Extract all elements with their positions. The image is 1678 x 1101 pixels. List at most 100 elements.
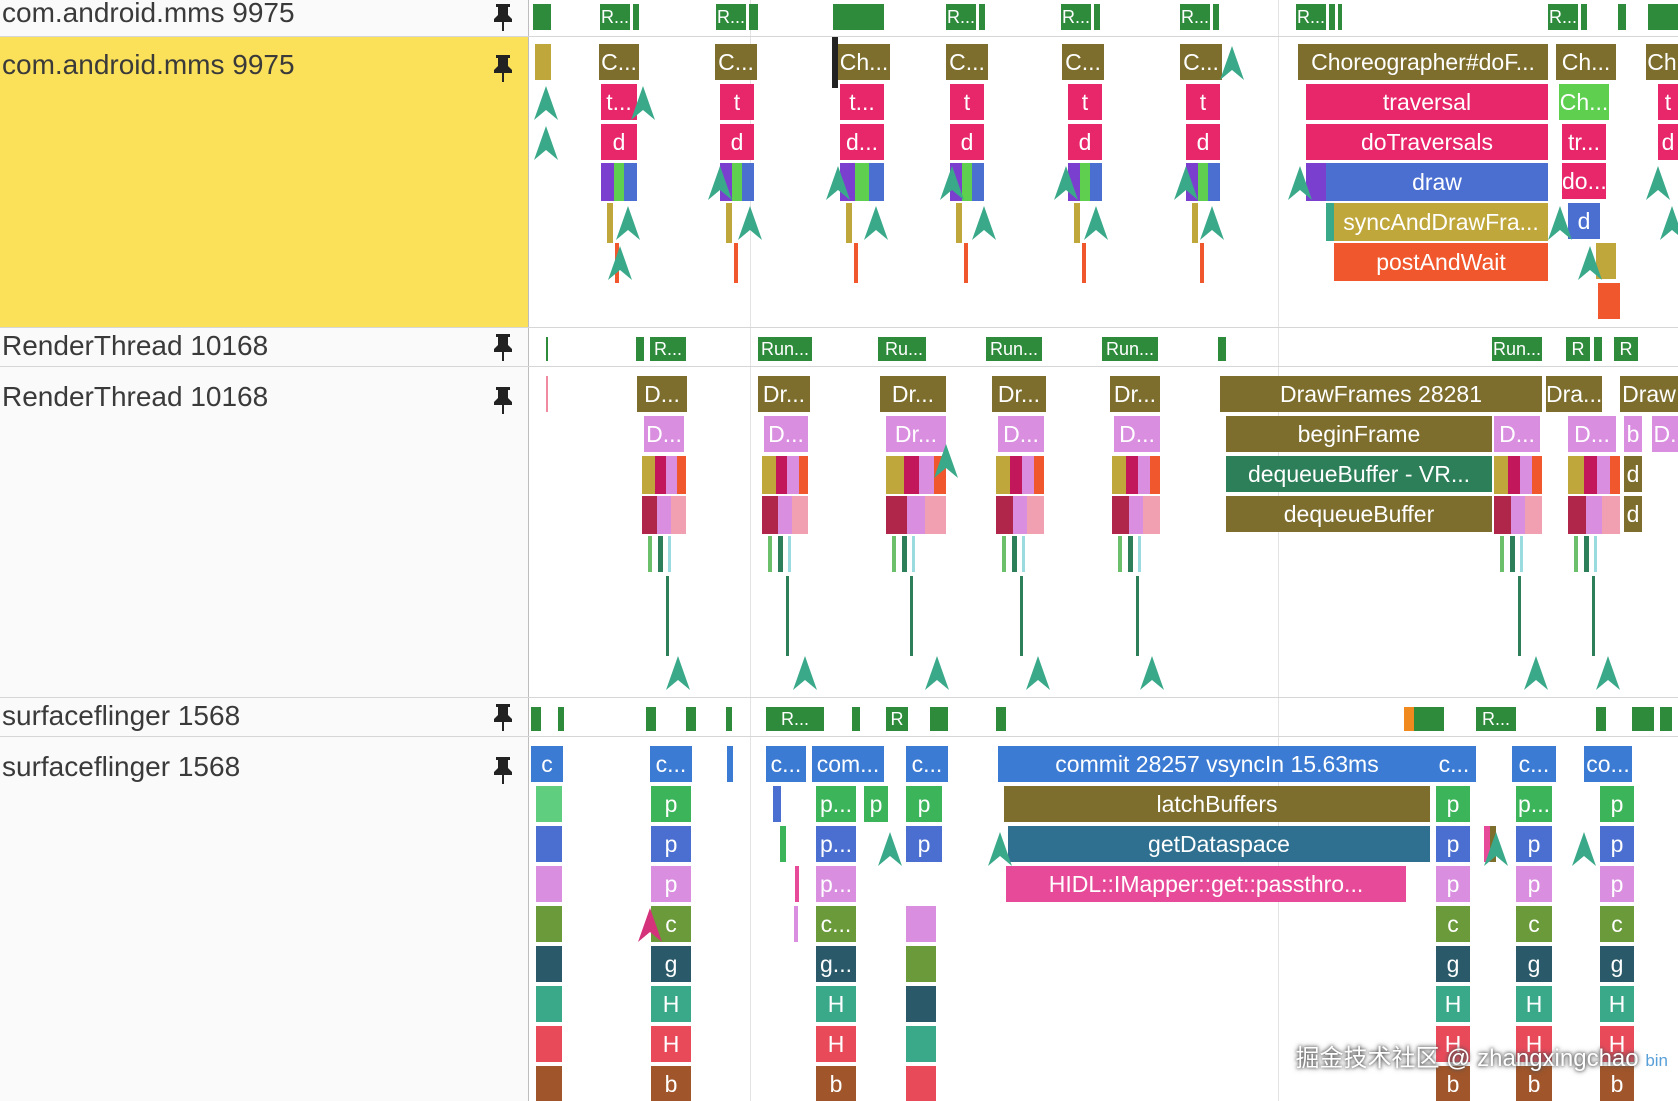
run-state-slice[interactable]: R... bbox=[1061, 4, 1091, 30]
thin-slice[interactable] bbox=[536, 946, 562, 982]
thin-slice[interactable] bbox=[536, 1066, 562, 1101]
thin-slice[interactable] bbox=[546, 376, 548, 412]
run-state-slice[interactable]: R... bbox=[600, 4, 630, 30]
begin-frame-slice[interactable]: D... bbox=[1568, 416, 1616, 452]
thin-slice[interactable] bbox=[1128, 536, 1133, 572]
slice-H[interactable]: H bbox=[651, 1026, 691, 1062]
slice-H[interactable]: H bbox=[816, 986, 856, 1022]
run-state[interactable] bbox=[646, 707, 656, 731]
flow-arrow-icon[interactable] bbox=[637, 908, 663, 942]
thin-slice[interactable] bbox=[854, 243, 858, 283]
begin-frame-slice[interactable]: D... bbox=[644, 416, 684, 452]
thin-slice[interactable] bbox=[1592, 576, 1595, 656]
traversal-slice[interactable]: traversal bbox=[1306, 84, 1548, 120]
slice-p[interactable]: p bbox=[651, 826, 691, 862]
choreographer-slice[interactable]: C... bbox=[946, 44, 988, 80]
choreographer-slice[interactable]: C... bbox=[715, 44, 757, 80]
slice-p[interactable]: p bbox=[1600, 826, 1634, 862]
thin-slice[interactable] bbox=[972, 163, 984, 201]
flow-arrow-icon[interactable] bbox=[1025, 656, 1051, 690]
draw-slice[interactable]: d bbox=[950, 124, 984, 160]
slice-g[interactable]: g... bbox=[816, 946, 856, 982]
slice-g[interactable]: g bbox=[1516, 946, 1552, 982]
run-state-slice[interactable]: R... bbox=[1296, 4, 1326, 30]
thin-slice[interactable] bbox=[1138, 536, 1141, 572]
flow-arrow-icon[interactable] bbox=[1199, 206, 1225, 240]
traversal-slice[interactable]: t bbox=[1068, 84, 1102, 120]
draw-slice[interactable]: d... bbox=[840, 124, 884, 160]
flow-arrow-icon[interactable] bbox=[792, 656, 818, 690]
flow-arrow-icon[interactable] bbox=[1645, 166, 1671, 200]
thin-slice[interactable] bbox=[648, 536, 652, 572]
thin-slice[interactable] bbox=[726, 203, 732, 243]
thin-slice[interactable] bbox=[1574, 536, 1578, 572]
thin-slice[interactable] bbox=[762, 456, 776, 494]
flow-arrow-icon[interactable] bbox=[533, 126, 559, 160]
run-state[interactable] bbox=[726, 707, 732, 731]
latch-buffers-slice[interactable]: latchBuffers bbox=[1004, 786, 1430, 822]
run-state-slice[interactable]: R bbox=[1614, 337, 1638, 361]
run-state[interactable] bbox=[531, 707, 541, 731]
track-header-mms-summary[interactable]: com.android.mms 9975 bbox=[0, 0, 528, 36]
track-header-renderthread-summary[interactable]: RenderThread 10168 bbox=[0, 328, 528, 366]
draw-slice[interactable]: tr... bbox=[1562, 124, 1606, 160]
thin-slice[interactable] bbox=[1568, 456, 1584, 494]
thin-slice[interactable] bbox=[906, 986, 936, 1022]
thin-slice[interactable] bbox=[1200, 243, 1204, 283]
thin-slice[interactable] bbox=[727, 746, 733, 782]
thin-slice[interactable] bbox=[956, 203, 962, 243]
begin-frame-slice[interactable]: D... bbox=[764, 416, 808, 452]
commit-slice[interactable]: c... bbox=[766, 746, 806, 782]
flow-arrow-icon[interactable] bbox=[665, 656, 691, 690]
slice-g[interactable]: g bbox=[1600, 946, 1634, 982]
flow-arrow-icon[interactable] bbox=[1053, 166, 1079, 200]
slice-p[interactable]: p... bbox=[816, 786, 856, 822]
slice-p[interactable]: p bbox=[864, 786, 888, 822]
thin-slice[interactable] bbox=[642, 496, 658, 534]
flow-arrow-icon[interactable] bbox=[1595, 656, 1621, 690]
thin-slice[interactable] bbox=[1601, 496, 1620, 534]
run-state-slice[interactable]: Run... bbox=[986, 337, 1042, 361]
track-header-renderthread-main[interactable]: RenderThread 10168 bbox=[0, 367, 528, 697]
run-state-slice[interactable]: Run... bbox=[758, 337, 812, 361]
thin-slice[interactable] bbox=[742, 163, 754, 201]
slice-p[interactable]: p bbox=[1600, 786, 1634, 822]
slice-g[interactable]: g bbox=[651, 946, 691, 982]
thin-slice[interactable] bbox=[907, 496, 925, 534]
draw-frames-slice[interactable]: DrawFrames 28281 bbox=[1220, 376, 1542, 412]
thin-slice[interactable] bbox=[1197, 163, 1209, 201]
thin-slice[interactable] bbox=[1002, 536, 1006, 572]
choreographer-slice[interactable]: C... bbox=[1062, 44, 1104, 80]
slice-p[interactable]: p bbox=[1436, 786, 1470, 822]
thin-slice[interactable] bbox=[734, 243, 738, 283]
thin-slice[interactable] bbox=[1520, 456, 1533, 494]
flow-arrow-icon[interactable] bbox=[877, 832, 903, 866]
thin-slice[interactable] bbox=[788, 536, 791, 572]
thin-slice[interactable] bbox=[1022, 456, 1035, 494]
run-state-slice[interactable]: R bbox=[1566, 337, 1590, 361]
run-state[interactable] bbox=[1581, 4, 1587, 30]
track-header-mms-main[interactable]: com.android.mms 9975 bbox=[0, 37, 528, 327]
slice-p[interactable]: p bbox=[651, 866, 691, 902]
slice-p[interactable]: p bbox=[651, 786, 691, 822]
commit-slice[interactable]: c... bbox=[906, 746, 948, 782]
flow-arrow-icon[interactable] bbox=[1547, 206, 1573, 240]
traversal-slice[interactable]: t bbox=[1186, 84, 1220, 120]
thin-slice[interactable] bbox=[1520, 536, 1523, 572]
run-state[interactable] bbox=[750, 4, 758, 30]
flow-arrow-icon[interactable] bbox=[1287, 166, 1313, 200]
run-state-slice[interactable]: Ru... bbox=[882, 337, 926, 361]
begin-frame-slice[interactable]: b bbox=[1624, 416, 1642, 452]
dequeue-buffer-slice[interactable]: d bbox=[1624, 496, 1642, 532]
flow-arrow-icon[interactable] bbox=[1173, 166, 1199, 200]
traversal-slice[interactable]: t bbox=[1658, 84, 1678, 120]
thin-slice[interactable] bbox=[1128, 496, 1144, 534]
commit-slice[interactable]: c... bbox=[1432, 746, 1476, 782]
thin-slice[interactable] bbox=[1510, 496, 1526, 534]
choreographer-slice[interactable]: Ch bbox=[1646, 44, 1678, 80]
thin-slice[interactable] bbox=[778, 496, 792, 534]
thin-slice[interactable] bbox=[1138, 456, 1151, 494]
thin-slice[interactable] bbox=[778, 536, 783, 572]
dequeue-buffer-slice[interactable]: dequeueBuffer bbox=[1226, 496, 1492, 532]
flow-arrow-icon[interactable] bbox=[1083, 206, 1109, 240]
